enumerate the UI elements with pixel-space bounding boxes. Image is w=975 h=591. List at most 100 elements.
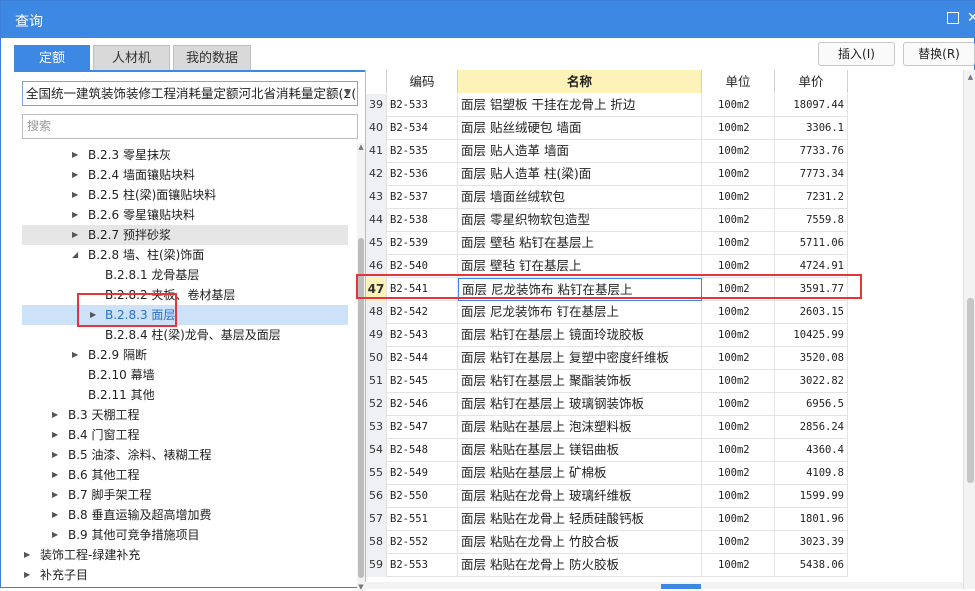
row-number: 53	[366, 416, 387, 439]
tree-node[interactable]: ▶ B.6 其他工程	[22, 465, 348, 485]
table-row[interactable]: 48 B2-542 面层 尼龙装饰布 钉在基层上 100m2 2603.15	[366, 301, 848, 324]
caret-right-icon[interactable]: ▶	[52, 405, 58, 425]
table-row[interactable]: 56 B2-550 面层 粘贴在龙骨上 玻璃纤维板 100m2 1599.99	[366, 485, 848, 508]
table-row[interactable]: 53 B2-547 面层 粘贴在基层上 泡沫塑料板 100m2 2856.24	[366, 416, 848, 439]
row-number: 45	[366, 232, 387, 255]
tree-node[interactable]: ▶ B.8 垂直运输及超高增加费	[22, 505, 348, 525]
caret-right-icon[interactable]: ▶	[72, 205, 78, 225]
cell-code: B2-542	[387, 301, 458, 324]
cell-code: B2-538	[387, 209, 458, 232]
column-header-price[interactable]: 单价	[775, 70, 848, 93]
column-header-code[interactable]: 编码	[387, 70, 458, 93]
tab-my-data[interactable]: 我的数据	[173, 45, 251, 70]
tree-node[interactable]: B.2.11 其他	[22, 385, 348, 405]
caret-right-icon[interactable]: ▶	[72, 345, 78, 365]
cell-name: 面层 贴人造革 柱(梁)面	[458, 163, 702, 186]
caret-right-icon[interactable]: ▶	[72, 225, 78, 245]
caret-right-icon[interactable]: ▶	[52, 485, 58, 505]
table-row[interactable]: 58 B2-552 面层 粘贴在龙骨上 竹胶合板 100m2 3023.39	[366, 531, 848, 554]
tree-node[interactable]: ▶ 装饰工程-绿建补充	[22, 545, 348, 565]
tree-node[interactable]: B.2.10 幕墙	[22, 365, 348, 385]
table-row[interactable]: 43 B2-537 面层 墙面丝绒软包 100m2 7231.2	[366, 186, 848, 209]
chevron-down-icon[interactable]: ▼	[344, 82, 351, 105]
tree-node[interactable]: B.2.8.2 夹板、卷材基层	[22, 285, 348, 305]
replace-button[interactable]: 替换(R)	[903, 42, 975, 66]
cell-price: 7559.8	[775, 209, 848, 232]
cell-unit: 100m2	[702, 232, 775, 255]
caret-right-icon[interactable]: ▶	[52, 505, 58, 525]
caret-right-icon[interactable]: ▶	[24, 565, 30, 585]
insert-button[interactable]: 插入(I)	[818, 42, 895, 66]
table-horizontal-scrollbar-thumb[interactable]	[661, 584, 701, 589]
caret-right-icon[interactable]: ▶	[72, 165, 78, 185]
table-row[interactable]: 42 B2-536 面层 贴人造革 柱(梁)面 100m2 7773.34	[366, 163, 848, 186]
table-row[interactable]: 52 B2-546 面层 粘钉在基层上 玻璃钢装饰板 100m2 6956.5	[366, 393, 848, 416]
tree-node-label: B.2.11 其他	[88, 388, 155, 402]
caret-right-icon[interactable]: ▶	[72, 185, 78, 205]
tree-node[interactable]: ▶ 补充子目	[22, 565, 348, 585]
tree-node[interactable]: ◢ B.2.8 墙、柱(梁)饰面	[22, 245, 348, 265]
tree-node[interactable]: ▶ B.2.8.3 面层	[22, 305, 348, 325]
column-header-name[interactable]: 名称	[458, 70, 702, 93]
caret-right-icon[interactable]: ▶	[52, 445, 58, 465]
cell-code: B2-539	[387, 232, 458, 255]
table-row[interactable]: 54 B2-548 面层 粘贴在基层上 镁铝曲板 100m2 4360.4	[366, 439, 848, 462]
caret-right-icon[interactable]: ▶	[24, 545, 30, 565]
tree-node[interactable]: ▶ B.2.9 隔断	[22, 345, 348, 365]
tree-node[interactable]: ▶ B.4 门窗工程	[22, 425, 348, 445]
caret-down-icon[interactable]: ◢	[72, 245, 78, 265]
tree-node[interactable]: ▶ B.3 天棚工程	[22, 405, 348, 425]
table-row[interactable]: 49 B2-543 面层 粘钉在基层上 镜面玲珑胶板 100m2 10425.99	[366, 324, 848, 347]
table-row[interactable]: 40 B2-534 面层 贴丝绒硬包 墙面 100m2 3306.1	[366, 117, 848, 140]
tree-node[interactable]: ▶ B.2.5 柱(梁)面镶贴块料	[22, 185, 348, 205]
scroll-up-icon[interactable]: ▲	[964, 73, 975, 81]
caret-right-icon[interactable]: ▶	[52, 465, 58, 485]
table-row[interactable]: 39 B2-533 面层 铝塑板 干挂在龙骨上 折边 100m2 18097.44	[366, 94, 848, 117]
tree-node[interactable]: ▶ B.2.7 预拌砂浆	[22, 225, 348, 245]
cell-name: 面层 贴人造革 墙面	[458, 140, 702, 163]
cell-code: B2-535	[387, 140, 458, 163]
table-row[interactable]: 51 B2-545 面层 粘钉在基层上 聚酯装饰板 100m2 3022.82	[366, 370, 848, 393]
table-row[interactable]: 41 B2-535 面层 贴人造革 墙面 100m2 7733.76	[366, 140, 848, 163]
tree-node[interactable]: B.2.8.4 柱(梁)龙骨、基层及面层	[22, 325, 348, 345]
cell-code: B2-537	[387, 186, 458, 209]
row-number: 51	[366, 370, 387, 393]
row-number: 43	[366, 186, 387, 209]
tab-quota[interactable]: 定额	[14, 45, 90, 70]
table-row[interactable]: 44 B2-538 面层 零星织物软包造型 100m2 7559.8	[366, 209, 848, 232]
cell-name: 面层 粘贴在基层上 镁铝曲板	[458, 439, 702, 462]
tree-node[interactable]: ▶ B.2.4 墙面镶贴块料	[22, 165, 348, 185]
table-row[interactable]: 50 B2-544 面层 粘钉在基层上 复塑中密度纤维板 100m2 3520.08	[366, 347, 848, 370]
tree-node[interactable]: ▶ B.2.6 零星镶贴块料	[22, 205, 348, 225]
tree-node[interactable]: B.2.8.1 龙骨基层	[22, 265, 348, 285]
table-row[interactable]: 45 B2-539 面层 壁毡 粘钉在基层上 100m2 5711.06	[366, 232, 848, 255]
scroll-down-icon[interactable]: ▼	[357, 583, 365, 591]
tab-labor-material-machine[interactable]: 人材机	[93, 45, 170, 70]
tree-node[interactable]: ▶ B.9 其他可竞争措施项目	[22, 525, 348, 545]
maximize-icon[interactable]	[947, 12, 959, 24]
quota-tree-panel: 全国统一建筑装饰装修工程消耗量定额河北省消耗量定额(2( ▼ 搜索 ▶ B.2.3…	[14, 70, 365, 591]
table-row[interactable]: 55 B2-549 面层 粘贴在基层上 矿棉板 100m2 4109.8	[366, 462, 848, 485]
cell-unit: 100m2	[702, 163, 775, 186]
cell-unit: 100m2	[702, 370, 775, 393]
tree-node[interactable]: ▶ B.5 油漆、涂料、裱糊工程	[22, 445, 348, 465]
tree-node-label: 装饰工程-绿建补充	[40, 548, 141, 562]
column-header-unit[interactable]: 单位	[702, 70, 775, 93]
tree-scrollbar[interactable]: ▲ ▼	[357, 143, 365, 591]
cell-price: 4360.4	[775, 439, 848, 462]
quota-library-select[interactable]: 全国统一建筑装饰装修工程消耗量定额河北省消耗量定额(2( ▼	[22, 81, 358, 106]
tree-node[interactable]: ▶ B.2.3 零星抹灰	[22, 145, 348, 165]
tree-node[interactable]: ▶ B.7 脚手架工程	[22, 485, 348, 505]
table-scrollbar[interactable]: ▲	[963, 70, 975, 589]
cell-name: 面层 尼龙装饰布 钉在基层上	[458, 301, 702, 324]
tree-node-label: B.3 天棚工程	[68, 408, 140, 422]
caret-right-icon[interactable]: ▶	[72, 145, 78, 165]
close-icon[interactable]: ✕	[967, 11, 975, 25]
table-row[interactable]: 59 B2-553 面层 粘贴在龙骨上 防火胶板 100m2 5438.06	[366, 554, 848, 577]
search-input[interactable]: 搜索	[22, 114, 358, 139]
scroll-up-icon[interactable]: ▲	[357, 143, 365, 151]
table-row[interactable]: 57 B2-551 面层 粘贴在龙骨上 轻质硅酸钙板 100m2 1801.96	[366, 508, 848, 531]
caret-right-icon[interactable]: ▶	[52, 425, 58, 445]
caret-right-icon[interactable]: ▶	[52, 525, 58, 545]
table-scrollbar-thumb[interactable]	[967, 298, 974, 483]
